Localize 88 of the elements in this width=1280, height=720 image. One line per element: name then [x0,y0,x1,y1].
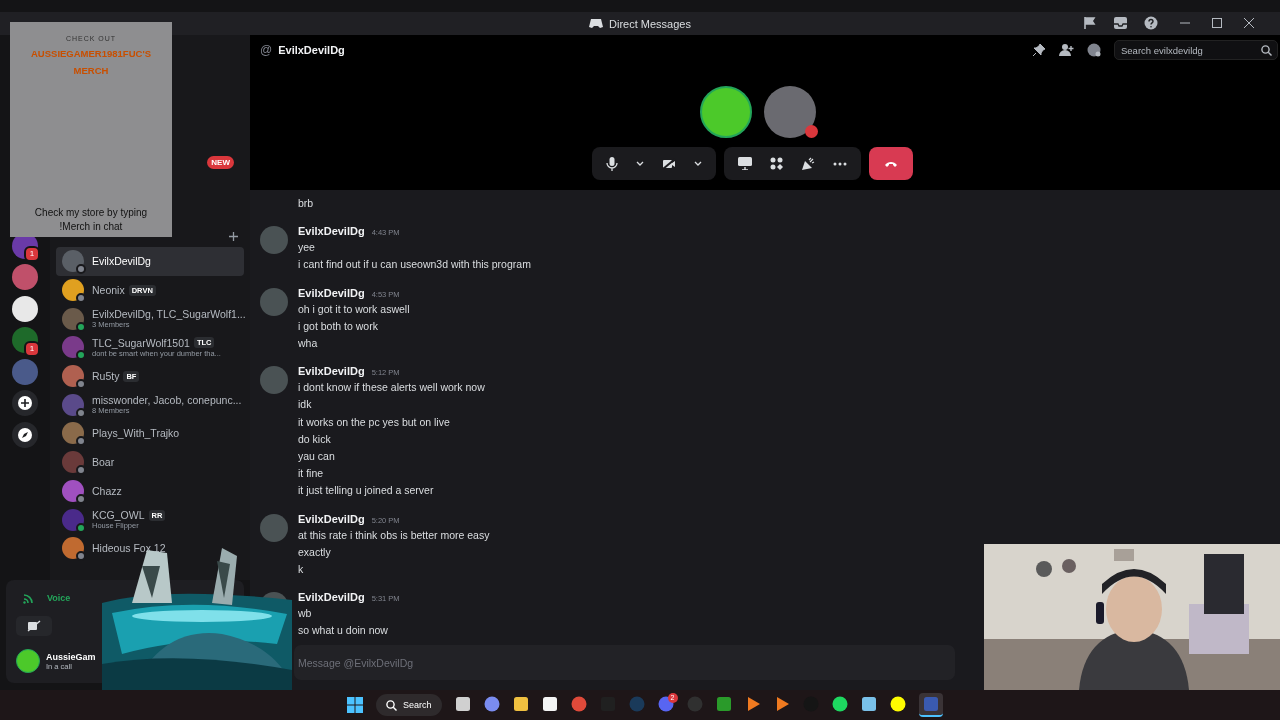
signal-icon [23,592,35,604]
activities-icon[interactable] [770,157,783,170]
search-icon [386,699,397,711]
dm-name: Chazz [92,484,122,497]
flag-icon[interactable] [1083,16,1097,30]
message-text: idk [298,397,313,413]
dm-name: EvilxDevilDg, TLC_SugarWolf1... [92,308,246,321]
window-title: Direct Messages [609,17,691,30]
message-text: it just telling u joined a server [298,483,435,499]
message-author[interactable]: EvilxDevilDg [298,510,365,527]
dm-name: Hideous Fox 12 [92,542,166,555]
dm-name: Ru5ty [92,370,120,383]
profile-icon[interactable] [1087,43,1101,57]
screen-share-icon[interactable] [738,157,752,170]
dm-name: Boar [92,456,115,469]
message-text: i cant find out if u can useown3d with this program [298,257,531,273]
caret-icon[interactable] [694,160,702,167]
dm-item[interactable]: EvilxDevilDg [56,247,244,276]
microphone-icon[interactable] [606,156,618,171]
server-icon[interactable] [12,295,38,322]
message-text: yau can [298,449,336,465]
message-text: yee [298,240,316,256]
pin-icon[interactable] [1032,43,1046,57]
caret-icon[interactable] [636,160,644,167]
soundboard-icon[interactable] [801,156,815,171]
camera-off-icon[interactable] [662,157,676,170]
message-author[interactable]: EvilxDevilDg [298,284,365,301]
plus-icon[interactable] [229,231,238,241]
camera-off-button[interactable] [16,616,52,636]
user-avatar[interactable] [16,649,40,673]
close-icon[interactable] [1244,18,1254,28]
message-text: wha [298,336,319,351]
message-input[interactable]: Message @EvilxDevilDg [294,645,955,680]
plus-icon [18,396,32,411]
phone-icon [885,160,897,167]
message-author[interactable]: EvilxDevilDg [298,363,365,380]
add-user-icon[interactable] [1059,43,1074,57]
at-icon: @ [260,43,273,57]
user-name: AussieGam [46,651,96,662]
message-author[interactable]: EvilxDevilDg [298,223,365,240]
add-server-button[interactable] [12,390,38,417]
message-author[interactable]: EvilxDevilDg [298,589,365,606]
overlay-title: AUSSIEGAMER1981FUC'S [31,48,151,59]
message-text: k [298,562,305,578]
dm-name: misswonder, Jacob, conepunc... [92,394,242,407]
dm-name: KCG_OWL [92,509,145,522]
overlay-note: Check my store by typing !Merch in chat [33,206,149,234]
message-text: at this rate i think obs is better more easy [298,527,490,543]
avatar [260,287,288,316]
message-text: do kick [298,431,332,447]
participant-avatar[interactable] [699,86,752,138]
help-icon[interactable] [1144,16,1158,30]
message-text: brb [298,196,314,211]
windows-logo-icon[interactable] [347,697,363,713]
message-text: it works on the pc yes but on live [298,414,451,430]
unread-badge: 1 [24,246,40,262]
dm-name: EvilxDevilDg [92,255,151,268]
maximize-icon[interactable] [1212,18,1222,28]
dm-item[interactable]: Plays_With_Trajko [56,419,244,448]
search-field[interactable]: Search evilxdevildg [1114,40,1278,60]
dm-item[interactable]: Hideous Fox 12 [56,533,244,563]
avatar [260,366,288,395]
message-text: i got both to work [298,318,379,334]
overlay-title: MERCH [73,65,109,76]
message-text: i dont know if these alerts well work now [298,380,485,396]
participant-avatar[interactable] [763,86,816,138]
inbox-icon[interactable] [1113,16,1128,30]
dm-name: Plays_With_Trajko [92,427,180,440]
message-text: wb [298,606,313,622]
discover-button[interactable] [12,422,38,449]
camera-off-icon [27,620,41,632]
message-text: exactly [298,544,332,560]
message-text: it fine [298,466,325,482]
voice-status: Voice [47,593,71,603]
avatar [260,513,288,542]
hang-up-button[interactable] [869,147,913,180]
channel-name: EvilxDevilDg [278,44,345,56]
avatar [260,226,288,255]
search-button[interactable]: Search [376,694,442,716]
compass-icon [18,428,32,443]
message-text: so what u doin now [298,623,389,639]
dm-name: TLC_SugarWolf1501 [92,336,190,349]
new-badge: NEW [207,156,234,169]
message-text: oh i got it to work aswell [298,301,410,317]
dm-item[interactable]: Boar [56,447,244,477]
more-icon[interactable] [833,161,847,166]
dm-name: Neonix [92,284,125,297]
dm-item[interactable]: Chazz [56,476,244,506]
